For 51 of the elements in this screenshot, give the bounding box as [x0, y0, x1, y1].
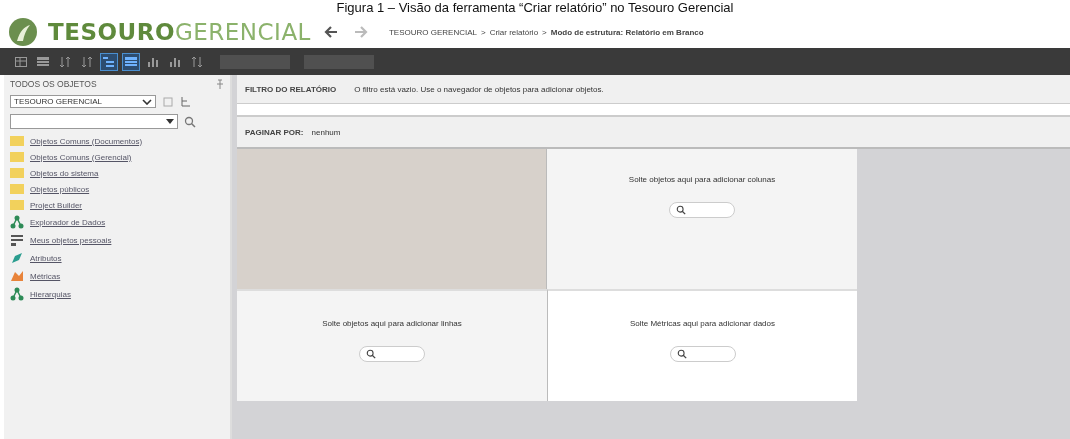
caret-icon — [166, 118, 174, 125]
drop-hint: Solte objetos aqui para adicionar linhas — [322, 319, 462, 328]
drop-hint: Solte Métricas aqui para adicionar dados — [630, 319, 775, 328]
object-link[interactable]: Objetos do sistema — [30, 168, 99, 178]
filter-label: FILTRO DO RELATÓRIO — [245, 84, 337, 94]
object-link[interactable]: Meus objetos pessoais — [30, 235, 112, 245]
breadcrumb-link[interactable]: TESOURO GERENCIAL — [388, 27, 477, 37]
search-icon — [676, 349, 687, 359]
object-link[interactable]: Project Builder — [30, 200, 83, 210]
panel-title: TODOS OS OBJETOS — [10, 79, 97, 89]
object-link[interactable]: Objetos públicos — [30, 184, 90, 194]
source-dropdown[interactable]: TESOURO GERENCIAL — [10, 95, 156, 108]
search-icon — [676, 205, 686, 215]
logo-icon — [8, 17, 38, 47]
figure-caption: Figura 1 – Visão da ferramenta “Criar relatório” no Tesouro Gerencial — [335, 0, 735, 16]
folder-icon — [10, 183, 24, 195]
search-field[interactable] — [359, 346, 425, 362]
metric-icon — [10, 269, 24, 283]
hierarchy-icon — [10, 287, 24, 301]
page-by-value: nenhum — [311, 127, 341, 137]
search-field[interactable] — [10, 114, 178, 129]
folder-icon — [10, 167, 24, 179]
page-by-label: PAGINAR POR: — [245, 127, 304, 137]
object-link[interactable]: Objetos Comuns (Documentos) — [30, 136, 143, 146]
hierarchy-icon — [10, 215, 24, 229]
list-icon — [10, 233, 24, 247]
outline-icon[interactable] — [100, 52, 118, 71]
pin-icon[interactable] — [216, 79, 224, 89]
app-title: TESOUROGERENCIAL — [48, 19, 311, 45]
filter-message: O filtro está vazio. Use o navegador de objetos para adicionar objetos. — [354, 84, 604, 94]
object-link[interactable]: Objetos Comuns (Gerencial) — [30, 152, 132, 162]
attribute-icon — [10, 251, 24, 265]
object-link[interactable]: Hierarquias — [30, 289, 71, 299]
object-link[interactable]: Métricas — [30, 271, 61, 281]
search-icon[interactable] — [184, 115, 196, 128]
drop-hint: Solte objetos aqui para adicionar colunas — [628, 175, 776, 184]
object-link[interactable]: Explorador de Dados — [30, 217, 106, 227]
folder-icon — [10, 135, 24, 147]
breadcrumb-separator: > — [542, 27, 547, 37]
object-link[interactable]: Atributos — [30, 253, 62, 263]
breadcrumb-current: Modo de estrutura: Relatório em Branco — [550, 27, 704, 37]
breadcrumb-separator: > — [480, 27, 486, 37]
caret-icon — [142, 98, 152, 105]
tree-icon[interactable] — [180, 95, 192, 108]
folder-icon — [10, 199, 24, 211]
table-icon[interactable] — [122, 52, 140, 71]
search-field[interactable] — [669, 346, 736, 362]
folder-icon — [10, 151, 24, 163]
breadcrumb-link[interactable]: Criar relatório — [489, 27, 539, 37]
search-icon — [366, 349, 376, 359]
search-field[interactable] — [669, 202, 735, 218]
